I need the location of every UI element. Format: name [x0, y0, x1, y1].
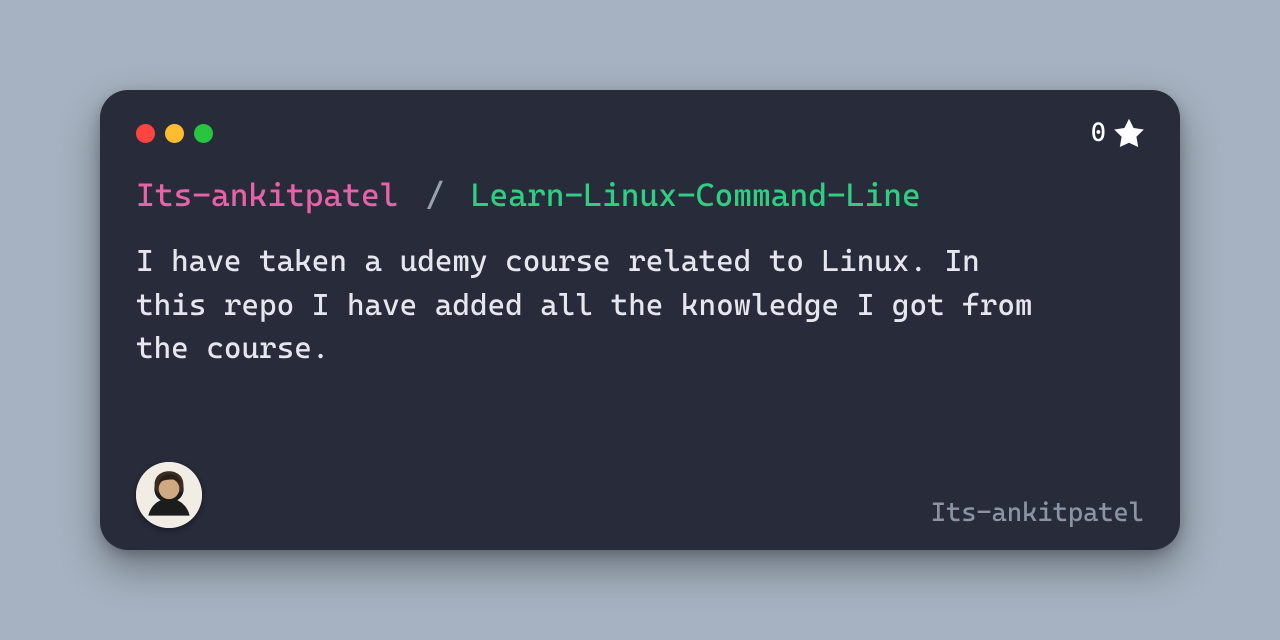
- window-controls: [136, 124, 213, 143]
- minimize-icon[interactable]: [165, 124, 184, 143]
- avatar[interactable]: [136, 462, 202, 528]
- star-count-value: 0: [1091, 118, 1106, 148]
- maximize-icon[interactable]: [194, 124, 213, 143]
- repo-card: 0 Its-ankitpatel / Learn-Linux-Command-L…: [100, 90, 1180, 550]
- repo-name[interactable]: Learn-Linux-Command-Line: [471, 176, 921, 214]
- star-icon: [1114, 118, 1144, 148]
- topbar: 0: [136, 118, 1144, 148]
- card-footer: Its-ankitpatel: [136, 462, 1144, 528]
- close-icon[interactable]: [136, 124, 155, 143]
- repo-description: I have taken a udemy course related to L…: [136, 240, 1056, 371]
- title-separator: /: [425, 176, 444, 214]
- owner-handle[interactable]: Its-ankitpatel: [931, 498, 1144, 528]
- star-count: 0: [1091, 118, 1144, 148]
- repo-title: Its-ankitpatel / Learn-Linux-Command-Lin…: [136, 176, 1144, 214]
- repo-owner[interactable]: Its-ankitpatel: [136, 176, 399, 214]
